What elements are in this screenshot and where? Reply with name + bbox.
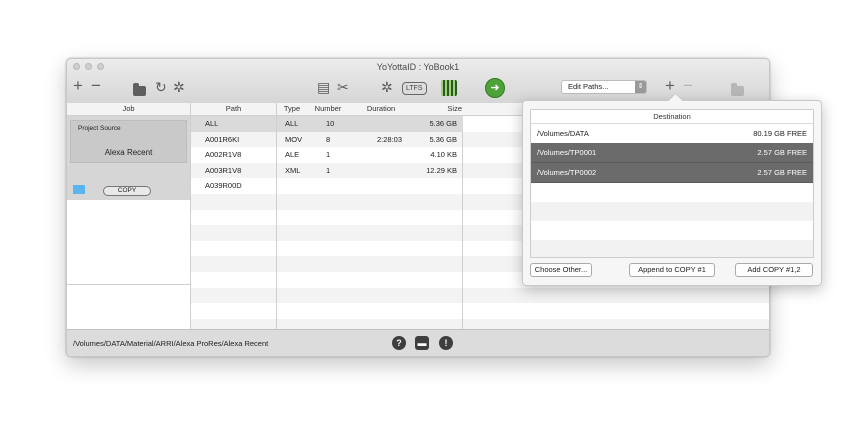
path-cell: A003R1V8: [205, 165, 242, 175]
toolbar: YoYottaID : YoBook1 + − ↻ ✲ ▤ ✂ ✲ LTFS ➜…: [67, 59, 769, 104]
status-path: /Volumes/DATA/Material/ARRI/Alexa ProRes…: [73, 339, 269, 348]
project-source-label: Project Source: [78, 125, 121, 132]
destination-free: 2.57 GB FREE: [757, 168, 807, 177]
plus-icon[interactable]: +: [73, 77, 83, 94]
type-column-header[interactable]: Type: [277, 103, 307, 116]
add-copy-button[interactable]: Add COPY #1,2: [735, 263, 813, 277]
path-column-header[interactable]: Path: [191, 103, 277, 116]
add-destination-plus-icon[interactable]: +: [665, 77, 675, 94]
destination-header: Destination: [531, 110, 813, 124]
edit-paths-label: Edit Paths...: [568, 82, 609, 91]
gear-icon[interactable]: ✲: [173, 80, 185, 94]
path-row[interactable]: A003R1V8: [191, 163, 276, 179]
path-row[interactable]: A039R00D: [191, 178, 276, 194]
ltfs-button[interactable]: LTFS: [402, 82, 427, 95]
path-cell: A002R1V8: [205, 150, 242, 160]
edit-paths-select[interactable]: Edit Paths... ⇕: [561, 80, 647, 94]
path-cell: A001R6KI: [205, 134, 240, 144]
size-cell: 5.36 GB: [429, 119, 457, 128]
destination-free: 80.19 GB FREE: [753, 129, 807, 138]
copy-button[interactable]: COPY: [103, 186, 151, 196]
path-cell: ALL: [205, 119, 219, 128]
size-cell: 5.36 GB: [429, 134, 457, 144]
job-pane: Project Source Alexa Recent COPY: [67, 116, 191, 329]
empty-row: [531, 202, 813, 221]
table-row[interactable]: ALE 1 4.10 KB: [277, 147, 463, 163]
color-swatch[interactable]: [73, 185, 85, 194]
destination-popover: Destination /Volumes/DATA 80.19 GB FREE …: [522, 100, 822, 286]
help-icon[interactable]: ?: [392, 336, 406, 350]
go-arrow-button[interactable]: ➜: [485, 78, 505, 98]
qr-code-icon[interactable]: [441, 80, 457, 96]
empty-row: [531, 240, 813, 257]
path-row[interactable]: ALL: [191, 116, 276, 132]
window-title: YoYottaID : YoBook1: [376, 62, 460, 72]
folder-icon[interactable]: [133, 83, 146, 96]
destination-row[interactable]: /Volumes/TP0001 2.57 GB FREE: [531, 143, 813, 163]
destination-row[interactable]: /Volumes/TP0002 2.57 GB FREE: [531, 163, 813, 183]
type-cell: ALL: [285, 119, 299, 128]
table-row[interactable]: XML 1 12.29 KB: [277, 163, 463, 179]
size-column-header[interactable]: Size: [413, 103, 469, 116]
empty-row: [531, 183, 813, 202]
type-cell: XML: [285, 165, 301, 175]
number-column-header[interactable]: Number: [307, 103, 349, 116]
size-cell: 4.10 KB: [430, 150, 457, 160]
divider: [67, 284, 190, 285]
project-source-box: Project Source Alexa Recent: [70, 120, 187, 163]
choose-other-button[interactable]: Choose Other...: [530, 263, 592, 277]
job-card[interactable]: Project Source Alexa Recent COPY: [67, 116, 190, 200]
scissors-icon[interactable]: ✂: [337, 80, 349, 94]
status-bar: /Volumes/DATA/Material/ARRI/Alexa ProRes…: [67, 329, 769, 356]
alert-icon[interactable]: !: [439, 336, 453, 350]
number-cell: 8: [326, 134, 331, 144]
job-column-header[interactable]: Job: [67, 103, 191, 116]
drive-stack-icon[interactable]: ▬: [415, 336, 429, 350]
table-row[interactable]: MOV 8 2:28:03 5.36 GB: [277, 132, 463, 148]
film-icon[interactable]: ▤: [317, 80, 330, 94]
type-cell: MOV: [285, 134, 303, 144]
destination-row[interactable]: /Volumes/DATA 80.19 GB FREE: [531, 124, 813, 143]
type-cell: ALE: [285, 150, 300, 160]
destination-table: Destination /Volumes/DATA 80.19 GB FREE …: [530, 109, 814, 258]
destination-path: /Volumes/TP0001: [537, 148, 597, 157]
duration-cell: 2:28:03: [377, 134, 403, 144]
empty-row: [531, 221, 813, 240]
destination-free: 2.57 GB FREE: [757, 148, 807, 157]
append-copy-button[interactable]: Append to COPY #1: [629, 263, 715, 277]
refresh-icon[interactable]: ↻: [155, 80, 167, 94]
number-cell: 1: [326, 150, 331, 160]
path-cell: A039R00D: [205, 181, 242, 191]
destination-path: /Volumes/TP0002: [537, 168, 597, 177]
number-cell: 10: [326, 119, 335, 128]
settings-gear-icon[interactable]: ✲: [381, 80, 393, 94]
minus-icon[interactable]: −: [91, 77, 101, 94]
destination-path: /Volumes/DATA: [537, 129, 589, 138]
remove-destination-minus-icon[interactable]: −: [683, 77, 693, 94]
job-name: Alexa Recent: [104, 148, 153, 157]
number-cell: 1: [326, 165, 331, 175]
path-row[interactable]: A001R6KI: [191, 132, 276, 148]
path-row[interactable]: A002R1V8: [191, 147, 276, 163]
duration-column-header[interactable]: Duration: [349, 103, 413, 116]
size-cell: 12.29 KB: [426, 165, 457, 175]
table-row[interactable]: ALL 10 5.36 GB: [277, 116, 463, 132]
destination-folder-icon[interactable]: [731, 83, 744, 96]
chevron-updown-icon: ⇕: [635, 81, 646, 93]
